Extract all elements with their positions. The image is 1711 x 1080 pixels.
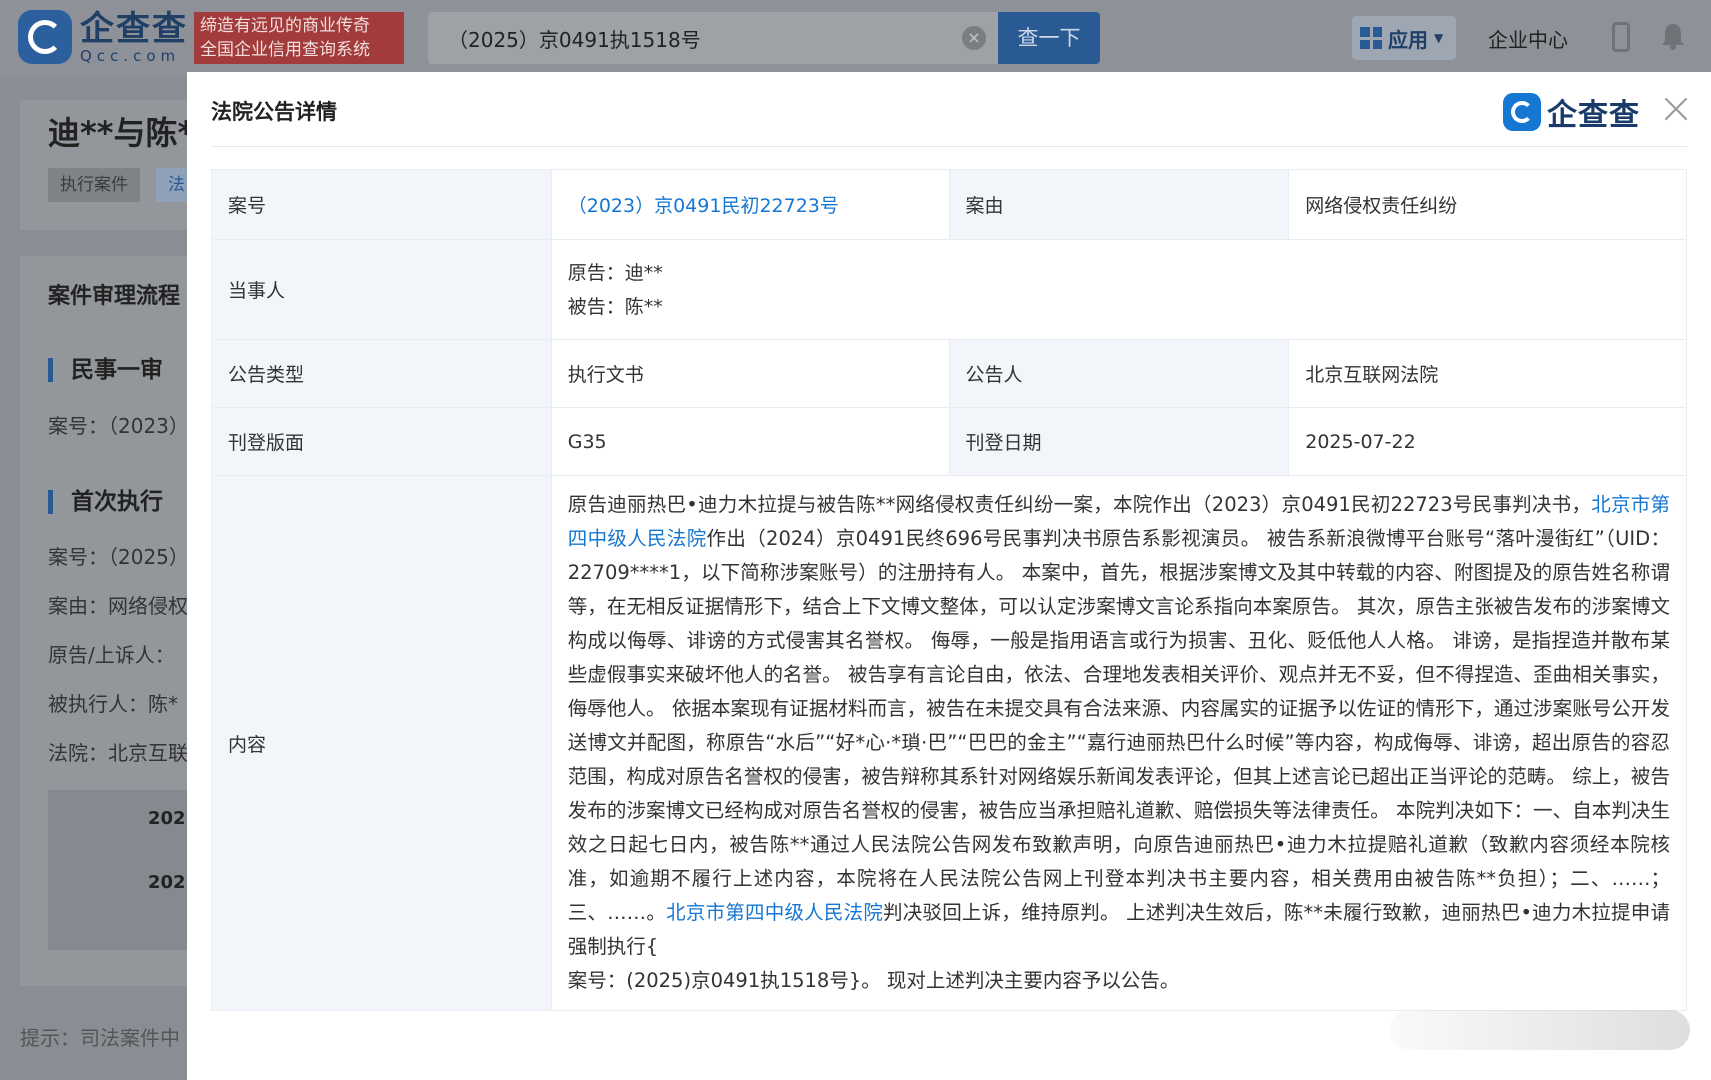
cause-value: 网络侵权责任纠纷 — [1288, 169, 1687, 240]
table-row: 公告类型 执行文书 公告人 北京互联网法院 — [211, 339, 1687, 408]
publication-date-label: 刊登日期 — [948, 407, 1290, 476]
announcement-detail-table: 案号 （2023）京0491民初22723号 案由 网络侵权责任纠纷 当事人 原… — [211, 169, 1688, 1011]
announcement-type-value: 执行文书 — [550, 339, 950, 408]
logo-text: 企查查 — [80, 9, 188, 49]
clear-search-icon[interactable]: × — [962, 26, 986, 50]
flow-court: 法院：北京互联 — [48, 741, 188, 765]
table-row: 刊登版面 G35 刊登日期 2025-07-22 — [211, 407, 1687, 476]
announcer-label: 公告人 — [948, 339, 1290, 408]
mobile-app-icon[interactable] — [1612, 22, 1630, 52]
parties-label: 当事人 — [211, 239, 552, 340]
search-button[interactable]: 查一下 — [998, 12, 1100, 64]
content-label: 内容 — [211, 475, 552, 1011]
cause-label: 案由 — [948, 169, 1290, 240]
content-body: 原告迪丽热巴•迪力木拉提与被告陈**网络侵权责任纠纷一案，本院作出（2023）京… — [550, 475, 1688, 1011]
publication-page-value: G35 — [550, 407, 950, 476]
table-row: 内容 原告迪丽热巴•迪力木拉提与被告陈**网络侵权责任纠纷一案，本院作出（202… — [211, 475, 1688, 1011]
flow-case-number: 案号：（2025） — [48, 545, 189, 569]
brand-icon — [1503, 93, 1541, 131]
case-number-link[interactable]: （2023）京0491民初22723号 — [568, 195, 839, 217]
announcer-value: 北京互联网法院 — [1288, 339, 1687, 408]
apps-menu-button[interactable]: 应用 ▼ — [1352, 16, 1456, 60]
case-number-label: 案号 — [211, 169, 552, 240]
notification-bell-icon[interactable] — [1660, 22, 1686, 50]
flow-section-first-execution: 首次执行 — [48, 490, 163, 514]
flow-executed-person: 被执行人：陈* — [48, 692, 178, 716]
modal-brand-logo: 企查查 — [1503, 90, 1640, 134]
enterprise-center-link[interactable]: 企业中心 — [1488, 24, 1568, 53]
publication-page-label: 刊登版面 — [211, 407, 552, 476]
site-logo[interactable]: 企查查 Qcc.com — [18, 10, 188, 64]
flow-title: 案件审理流程 — [48, 284, 181, 309]
announcement-type-label: 公告类型 — [211, 339, 552, 408]
case-title: 迪**与陈* — [48, 114, 195, 152]
divider — [211, 146, 1687, 147]
flow-case-number: 案号：（2023） — [48, 414, 189, 438]
footer-tip: 提示：司法案件中 — [20, 1026, 180, 1050]
logo-icon — [18, 10, 72, 64]
flow-section-civil-first: 民事一审 — [48, 358, 163, 382]
table-row: 当事人 原告：迪** 被告：陈** — [211, 239, 1688, 340]
close-icon[interactable] — [1659, 92, 1693, 126]
table-row: 案号 （2023）京0491民初22723号 案由 网络侵权责任纠纷 — [211, 169, 1687, 240]
search-input[interactable]: （2025）京0491执1518号 — [428, 12, 998, 64]
watermark-overlay — [1390, 1010, 1690, 1050]
flow-plaintiff: 原告/上诉人： — [48, 643, 175, 667]
plaintiff-value: 原告：迪** — [567, 261, 663, 284]
publication-date-value: 2025-07-22 — [1288, 407, 1687, 476]
defendant-value: 被告：陈** — [567, 295, 663, 318]
court-announcement-modal: 法院公告详情 企查查 案号 （2023）京0491民初22723号 案由 网络侵… — [187, 72, 1711, 1080]
flow-case-reason: 案由：网络侵权 — [48, 594, 188, 618]
slogan-banner: 缔造有远见的商业传奇 全国企业信用查询系统 — [194, 12, 404, 64]
logo-domain: Qcc.com — [80, 47, 181, 65]
case-tag: 执行案件 — [48, 168, 140, 202]
modal-title: 法院公告详情 — [211, 100, 337, 124]
apps-grid-icon — [1360, 27, 1382, 49]
court-link[interactable]: 北京市第四中级人民法院 — [666, 901, 883, 924]
